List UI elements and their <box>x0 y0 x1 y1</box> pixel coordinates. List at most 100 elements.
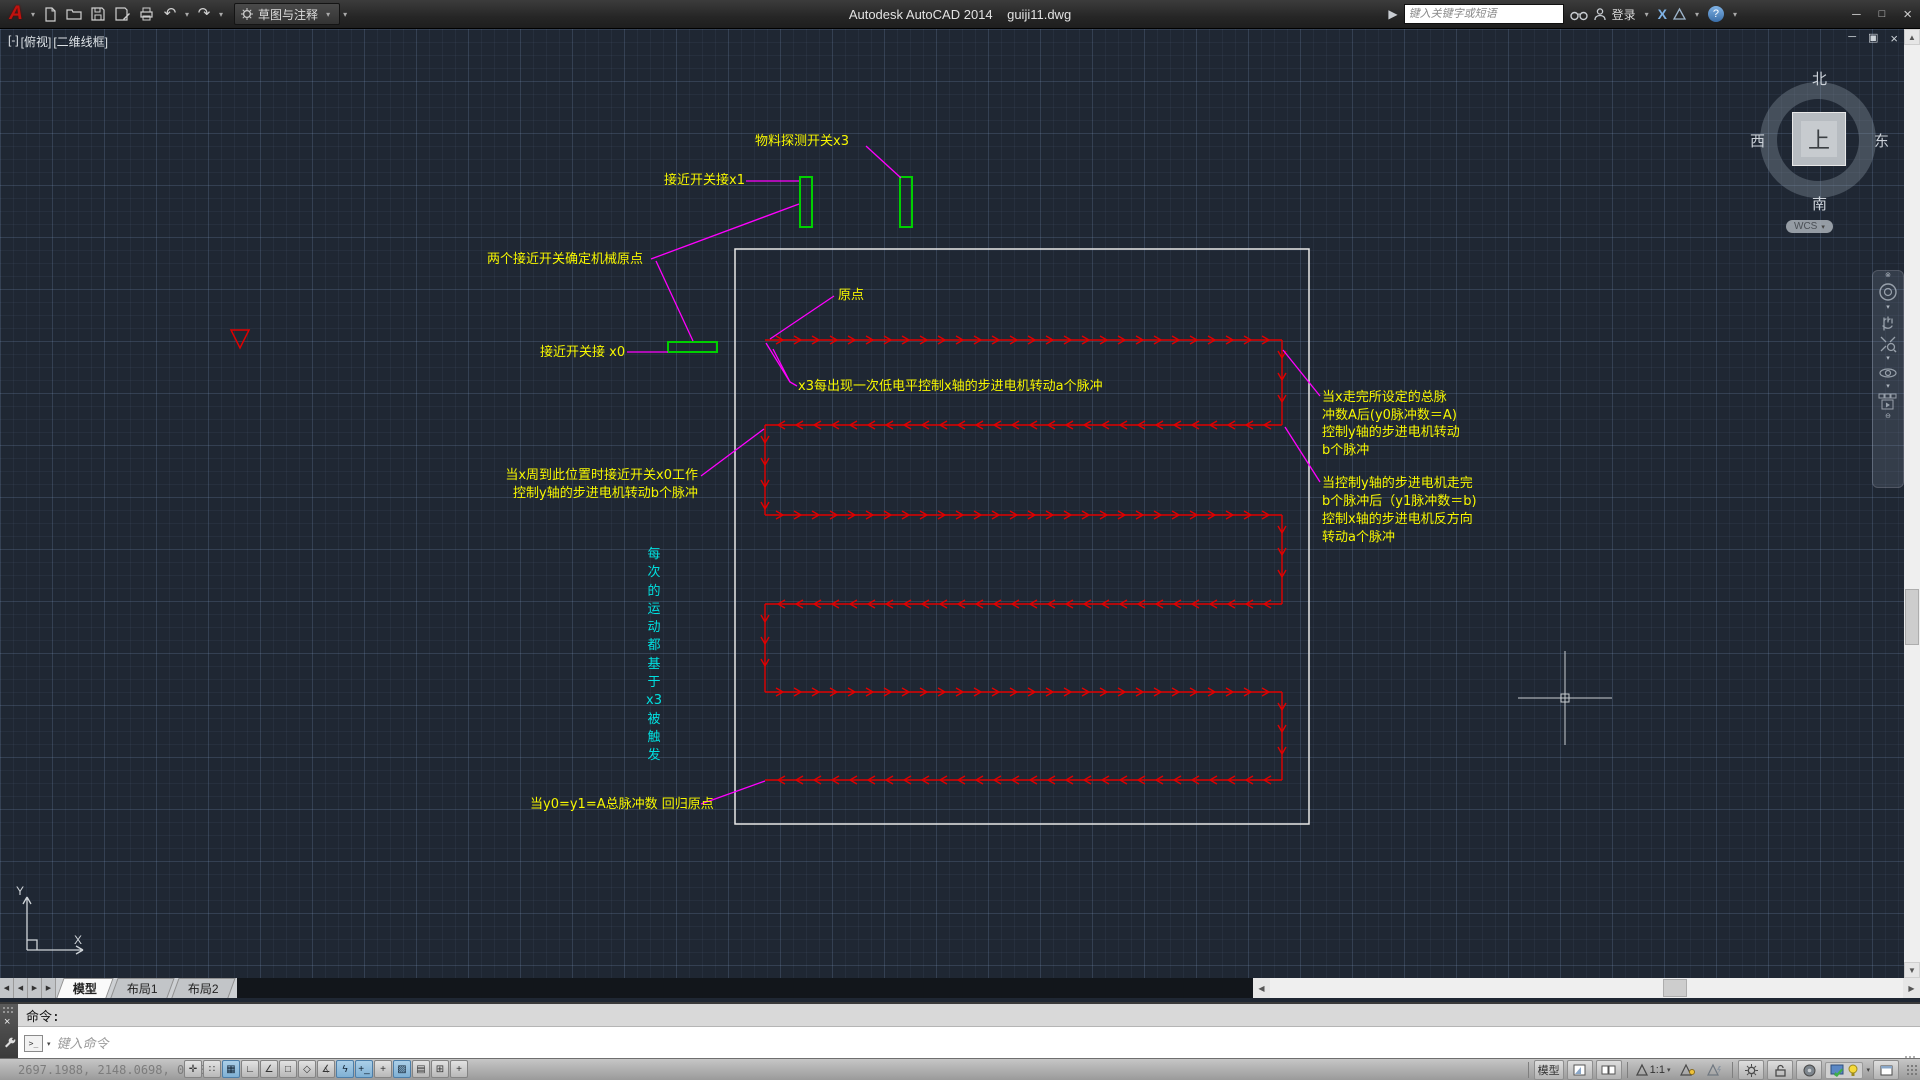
autocad-logo-icon[interactable]: A <box>4 3 28 25</box>
model-space-button[interactable]: 模型 <box>1534 1060 1564 1080</box>
command-options-icon[interactable]: >_ <box>24 1035 43 1052</box>
statusbar-toggle-object-snap[interactable]: □ <box>279 1060 297 1078</box>
tab-last-button[interactable]: ▶ <box>42 978 56 998</box>
scroll-up-icon[interactable]: ▲ <box>1904 29 1920 45</box>
redo-caret-icon[interactable]: ▾ <box>219 10 223 19</box>
tab-layout1[interactable]: 布局1 <box>110 978 174 998</box>
statusbar-toggle-ortho-mode[interactable]: ∟ <box>241 1060 259 1078</box>
tray-caret-icon[interactable]: ▾ <box>1866 1066 1870 1074</box>
qat-options-icon[interactable]: ▾ <box>343 10 347 19</box>
redo-button[interactable]: ↷ <box>193 3 215 25</box>
drawing-restore-button[interactable]: ▣ <box>1868 31 1878 46</box>
vertical-scrollbar[interactable]: ▲ ▼ <box>1904 29 1920 978</box>
statusbar-toggle-grid-display[interactable]: ▦ <box>222 1060 240 1078</box>
exchange-apps-icon[interactable] <box>1673 8 1686 20</box>
resize-grip-icon[interactable] <box>1906 1064 1918 1076</box>
undo-button[interactable]: ↶ <box>159 3 181 25</box>
viewcube-north[interactable]: 北 <box>1812 68 1827 89</box>
tab-model[interactable]: 模型 <box>56 978 113 998</box>
statusbar-toggle-dynamic-ucs[interactable]: ϟ <box>336 1060 354 1078</box>
apps-caret-icon[interactable]: ▾ <box>1695 10 1699 19</box>
command-window-handle[interactable]: × <box>0 1004 18 1060</box>
help-caret-icon[interactable]: ▾ <box>1733 10 1737 19</box>
drawing-minimize-button[interactable]: ─ <box>1848 31 1856 46</box>
navbar-menu-icon[interactable]: ⊖ <box>1885 414 1891 420</box>
statusbar-toggle-dynamic-input[interactable]: +_ <box>355 1060 373 1078</box>
tab-prev-button[interactable]: ◀ <box>14 978 28 998</box>
document-name: guiji11.dwg <box>1007 7 1071 22</box>
open-file-button[interactable] <box>63 3 85 25</box>
statusbar-toggle-annotation-monitor[interactable]: + <box>450 1060 468 1078</box>
statusbar-toggle-3d-object-snap[interactable]: ◇ <box>298 1060 316 1078</box>
steering-wheel-button[interactable] <box>1877 282 1899 302</box>
drawing-status-icon[interactable] <box>1830 1064 1845 1077</box>
app-close-button[interactable]: × <box>1903 6 1912 23</box>
viewport-menu-button[interactable]: [-] <box>8 33 19 50</box>
drawing-close-button[interactable]: × <box>1890 31 1898 46</box>
statusbar-toggle-quick-properties[interactable]: ▤ <box>412 1060 430 1078</box>
scroll-left-icon[interactable]: ◀ <box>1253 978 1270 998</box>
command-caret-icon[interactable]: ▾ <box>47 1040 51 1048</box>
quickview-drawings-button[interactable] <box>1596 1060 1622 1080</box>
orbit-caret-icon[interactable]: ▾ <box>1886 384 1890 390</box>
lock-button[interactable] <box>1767 1060 1793 1080</box>
zoom-button[interactable] <box>1877 335 1899 353</box>
exchange-icon[interactable]: X <box>1658 6 1667 22</box>
command-close-icon[interactable]: × <box>4 1017 10 1028</box>
viewcube-top-face[interactable]: 上 <box>1792 112 1846 166</box>
plot-button[interactable] <box>135 3 157 25</box>
scroll-right-icon[interactable]: ▶ <box>1903 978 1920 998</box>
infocenter-collapse-icon[interactable]: ▶ <box>1388 7 1397 21</box>
horizontal-scrollbar[interactable]: ◀ ▶ <box>1253 978 1920 998</box>
zoom-caret-icon[interactable]: ▾ <box>1886 356 1890 362</box>
scroll-down-icon[interactable]: ▼ <box>1904 962 1920 978</box>
tray-bulb-icon[interactable] <box>1848 1064 1858 1077</box>
tab-next-button[interactable]: ▶ <box>28 978 42 998</box>
vertical-scroll-thumb[interactable] <box>1905 589 1919 645</box>
login-caret-icon[interactable]: ▾ <box>1645 10 1649 19</box>
view-orientation-button[interactable]: [俯视] <box>21 33 52 50</box>
tab-layout2[interactable]: 布局2 <box>171 978 235 998</box>
app-minimize-button[interactable]: ─ <box>1852 7 1861 21</box>
statusbar-toggle-selection-cycling[interactable]: ⊞ <box>431 1060 449 1078</box>
viewcube-south[interactable]: 南 <box>1812 193 1827 214</box>
new-file-button[interactable] <box>39 3 61 25</box>
tab-first-button[interactable]: ◀ <box>0 978 14 998</box>
navbar-close-icon[interactable]: ⊗ <box>1885 273 1891 279</box>
app-maximize-button[interactable]: □ <box>1879 8 1886 20</box>
viewcube-west[interactable]: 西 <box>1750 130 1765 151</box>
model-space-canvas[interactable] <box>0 29 1904 978</box>
search-binoculars-icon[interactable] <box>1570 8 1588 21</box>
quickview-layouts-button[interactable] <box>1567 1060 1593 1080</box>
statusbar-toggle-object-snap-tracking[interactable]: ∡ <box>317 1060 335 1078</box>
statusbar-toggle-lineweight[interactable]: + <box>374 1060 392 1078</box>
statusbar-toggle-polar-tracking[interactable]: ∠ <box>260 1060 278 1078</box>
wrench-icon[interactable] <box>3 1036 15 1048</box>
pan-button[interactable] <box>1877 314 1899 332</box>
wheel-caret-icon[interactable]: ▾ <box>1886 305 1890 311</box>
horizontal-scroll-thumb[interactable] <box>1663 979 1687 997</box>
annotation-scale-button[interactable]: 1:1 ▾ <box>1633 1061 1674 1079</box>
help-icon[interactable]: ? <box>1708 6 1724 22</box>
orbit-button[interactable] <box>1877 365 1899 381</box>
clean-screen-button[interactable] <box>1873 1060 1899 1080</box>
undo-caret-icon[interactable]: ▾ <box>185 10 189 19</box>
wcs-dropdown[interactable]: WCS ▾ <box>1786 220 1833 233</box>
command-input[interactable] <box>55 1035 459 1052</box>
workspace-dropdown[interactable]: 草图与注释 ▾ <box>234 3 340 25</box>
save-button[interactable] <box>87 3 109 25</box>
visual-style-button[interactable]: [二维线框] <box>53 33 108 50</box>
statusbar-toggle-snap-mode[interactable]: ∷ <box>203 1060 221 1078</box>
performance-button[interactable] <box>1796 1060 1822 1080</box>
annotation-autoscale-button[interactable] <box>1703 1061 1727 1079</box>
search-input[interactable] <box>1404 4 1564 24</box>
annotation-visibility-button[interactable] <box>1676 1061 1700 1079</box>
save-as-button[interactable] <box>111 3 133 25</box>
statusbar-toggle-transparency[interactable]: ▨ <box>393 1060 411 1078</box>
statusbar-toggle-infer-constraints[interactable]: ✛ <box>184 1060 202 1078</box>
workspace-switch-button[interactable] <box>1738 1060 1764 1080</box>
showmotion-button[interactable] <box>1877 393 1899 411</box>
login-link[interactable]: 登录 <box>1612 6 1636 23</box>
logo-caret-icon[interactable]: ▾ <box>31 10 35 19</box>
viewcube-east[interactable]: 东 <box>1874 130 1889 151</box>
